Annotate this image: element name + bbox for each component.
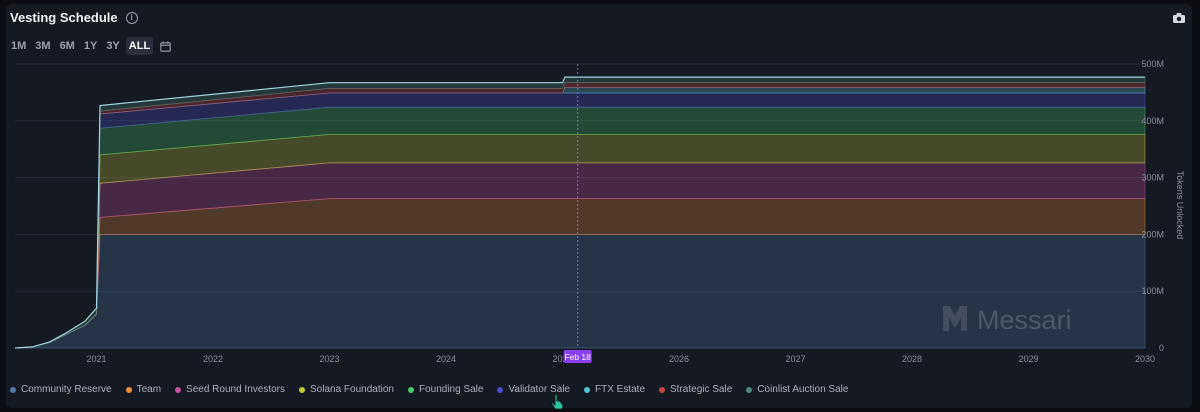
series-area[interactable]: [14, 234, 1146, 349]
legend-item[interactable]: Community Reserve: [10, 384, 112, 395]
y-tick-label: 500M: [1141, 59, 1164, 69]
chart-legend: Community Reserve Team Seed Round Investor…: [10, 384, 848, 395]
legend-swatch: [299, 386, 305, 393]
x-tick-label: 2024: [436, 354, 456, 364]
legend-swatch: [175, 386, 182, 393]
y-axis-title: Tokens Unlocked: [1175, 171, 1185, 240]
y-tick-label: 300M: [1141, 173, 1164, 183]
legend-item[interactable]: Solana Foundation: [299, 384, 394, 395]
y-tick-label: 100M: [1141, 286, 1164, 296]
hand-cursor-icon: [551, 394, 564, 410]
legend-item[interactable]: Team: [125, 384, 162, 395]
y-tick-label: 400M: [1141, 116, 1164, 126]
watermark-text: Messari: [977, 305, 1072, 335]
legend-swatch: [659, 386, 666, 393]
legend-item[interactable]: FTX Estate: [584, 384, 645, 395]
legend-label: FTX Estate: [595, 384, 646, 395]
date-marker-label: Feb 18: [564, 352, 591, 362]
legend-label: Coinlist Auction Sale: [757, 384, 849, 395]
vesting-chart[interactable]: 2021 2022 2023 2024 2025 2026 2027 2028 2029 2030…: [0, 0, 1200, 412]
y-tick-label: 0: [1159, 343, 1164, 353]
legend-swatch: [10, 386, 16, 393]
x-tick-label: 2028: [902, 354, 922, 364]
legend-swatch: [407, 386, 414, 393]
legend-label: Team: [136, 384, 162, 395]
x-tick-label: 2027: [785, 354, 805, 364]
legend-swatch: [125, 386, 132, 393]
x-tick-label: 2026: [669, 354, 689, 364]
legend-label: Strategic Sale: [670, 384, 733, 395]
x-tick-label: 2022: [203, 354, 223, 364]
legend-label: Founding Sale: [418, 384, 484, 395]
x-tick-label: 2030: [1135, 354, 1155, 364]
legend-swatch: [497, 386, 504, 393]
x-tick-label: 2023: [320, 354, 340, 364]
legend-swatch: [584, 386, 590, 393]
x-tick-label: 2021: [87, 354, 107, 364]
legend-item[interactable]: Coinlist Auction Sale: [746, 384, 848, 395]
legend-item[interactable]: Strategic Sale: [659, 384, 732, 395]
legend-item[interactable]: Founding Sale: [407, 384, 484, 395]
x-tick-label: 2029: [1018, 354, 1038, 364]
legend-label: Solana Foundation: [310, 384, 394, 395]
y-tick-label: 200M: [1141, 229, 1164, 239]
legend-label: Seed Round Investors: [186, 384, 285, 395]
legend-item[interactable]: Seed Round Investors: [175, 384, 285, 395]
messari-watermark: Messari: [943, 305, 1072, 335]
legend-swatch: [746, 386, 753, 393]
legend-label: Community Reserve: [21, 384, 112, 395]
